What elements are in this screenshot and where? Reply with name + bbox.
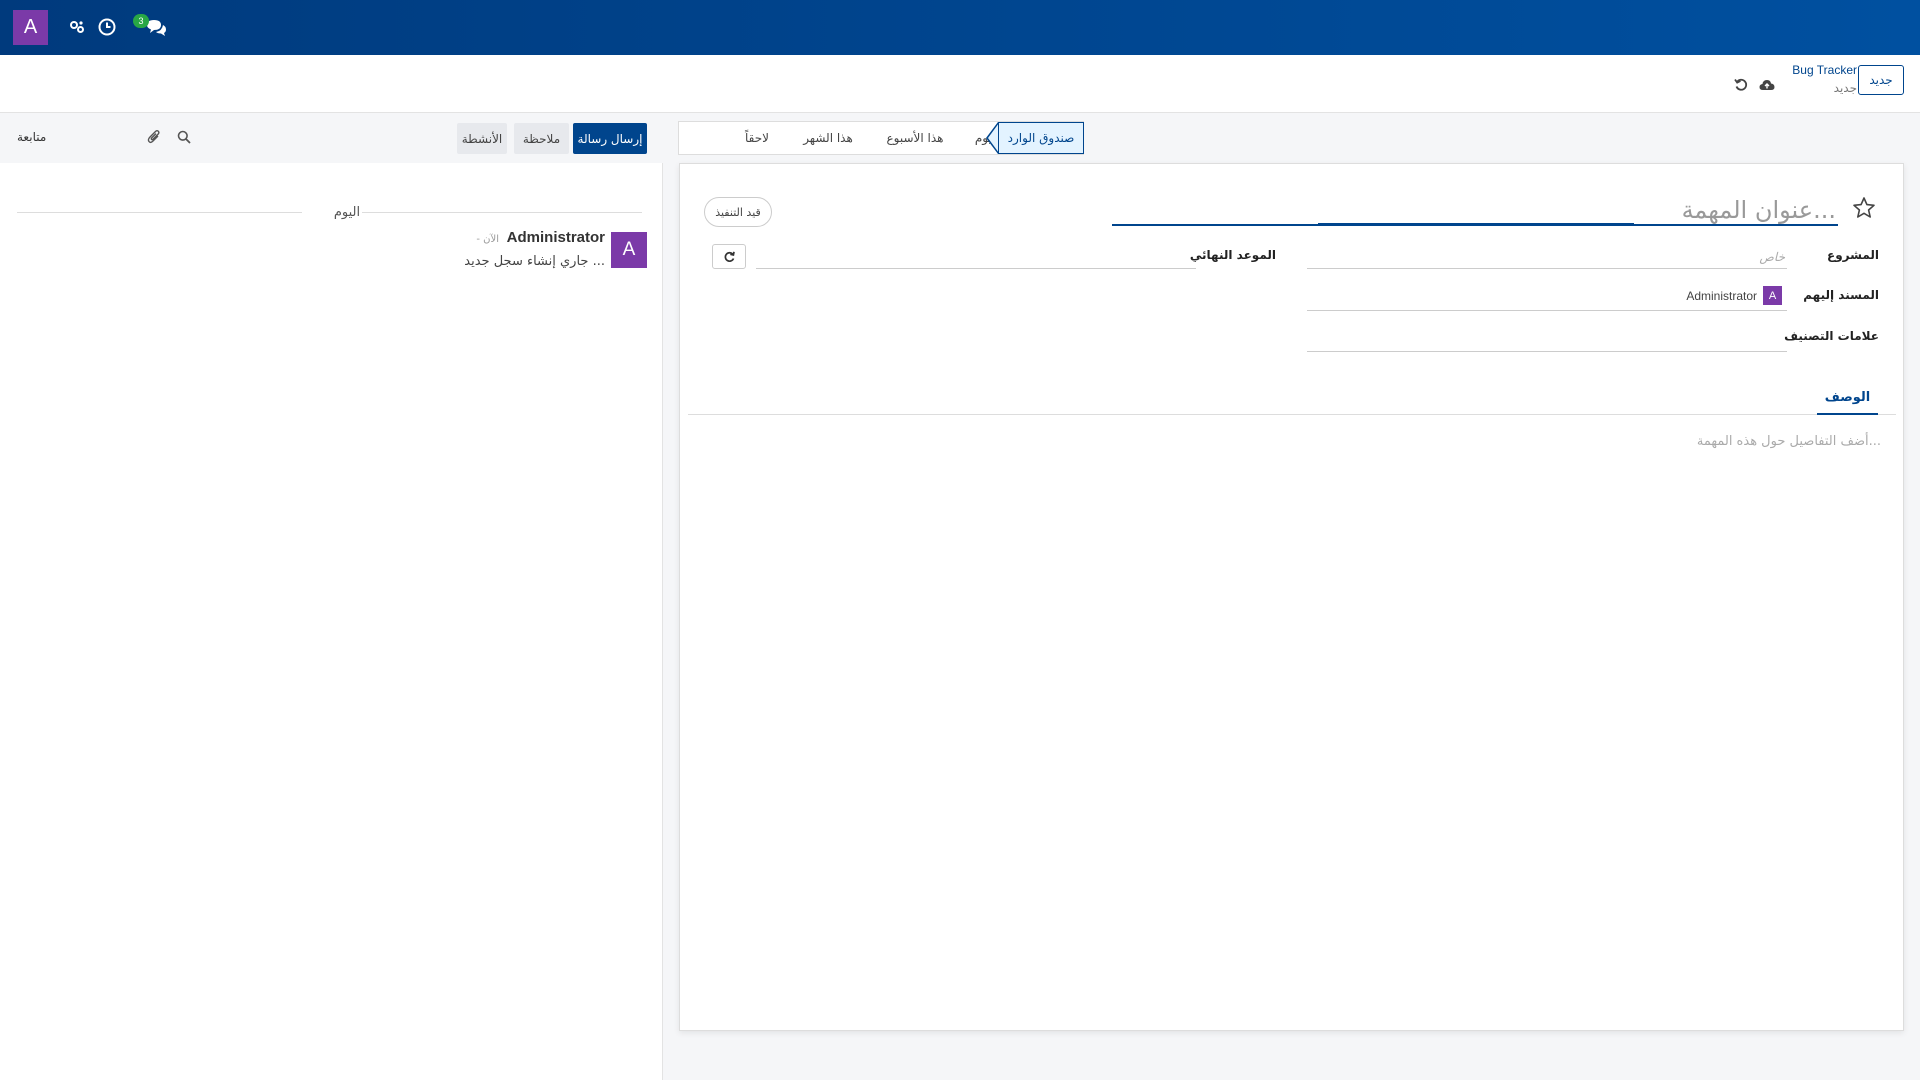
deadline-input[interactable] xyxy=(756,268,1196,269)
day-separator: اليوم xyxy=(17,203,642,223)
message-author[interactable]: Administrator xyxy=(507,229,605,246)
stage-inbox[interactable]: صندوق الوارد xyxy=(998,122,1084,154)
search-icon[interactable] xyxy=(175,128,193,146)
stage-this-week[interactable]: هذا الأسبوع xyxy=(871,122,959,154)
project-label: المشروع xyxy=(1827,248,1879,262)
message-time: - الآن xyxy=(476,234,499,245)
project-underline xyxy=(1307,268,1787,269)
paperclip-icon[interactable] xyxy=(145,128,163,146)
project-input[interactable]: خاص xyxy=(1759,250,1785,264)
tags-input[interactable] xyxy=(1307,351,1787,352)
stage-this-month[interactable]: هذا الشهر xyxy=(789,122,867,154)
assignee-avatar[interactable]: A xyxy=(1763,286,1782,305)
tags-label: علامات التصنيف xyxy=(1784,329,1879,343)
user-avatar[interactable]: A xyxy=(13,10,48,45)
assignee-name[interactable]: Administrator xyxy=(1686,289,1757,303)
activities-button[interactable]: الأنشطة xyxy=(457,123,507,154)
messages-count-badge: 3 xyxy=(133,14,149,28)
refresh-deadline-button[interactable] xyxy=(712,244,746,269)
send-message-button[interactable]: إرسال رسالة xyxy=(573,123,647,154)
stage-later[interactable]: لاحقاً xyxy=(729,122,785,154)
form-sheet: عنوان المهمة... قيد التنفيذ المشروع خاص … xyxy=(679,163,1904,1031)
star-icon[interactable] xyxy=(1850,194,1878,222)
discard-icon[interactable] xyxy=(1733,77,1749,93)
clock-icon[interactable] xyxy=(96,16,118,38)
chatter-topbar: متابعة الأنشطة ملاحظة إرسال رسالة xyxy=(0,113,663,163)
tab-description[interactable]: الوصف xyxy=(1817,382,1878,415)
message-body: جاري إنشاء سجل جديد ... xyxy=(464,254,605,269)
assignees-label: المسند إليهم xyxy=(1803,288,1879,302)
deadline-label: الموعد النهائي xyxy=(1189,248,1276,262)
breadcrumb-current: جديد xyxy=(1833,81,1857,95)
chatter-panel: متابعة الأنشطة ملاحظة إرسال رسالة اليوم … xyxy=(0,113,663,1080)
users-gear-icon[interactable] xyxy=(66,16,88,38)
task-title-input[interactable]: عنوان المهمة... xyxy=(1112,192,1838,226)
cloud-upload-icon[interactable] xyxy=(1759,77,1775,93)
stage-statusbar: لاحقاً هذا الشهر هذا الأسبوع اليوم صندوق… xyxy=(678,121,1084,155)
message-author-avatar[interactable]: A xyxy=(611,232,647,268)
top-navbar: A 3 xyxy=(0,0,1920,55)
task-title-placeholder: عنوان المهمة... xyxy=(1681,196,1836,224)
follow-button[interactable]: متابعة xyxy=(17,130,46,144)
log-note-button[interactable]: ملاحظة xyxy=(514,123,569,154)
title-focus-bar xyxy=(1318,223,1634,226)
notebook-tabs-divider xyxy=(688,414,1896,415)
new-button[interactable]: جديد xyxy=(1858,65,1904,95)
task-state-badge[interactable]: قيد التنفيذ xyxy=(704,197,772,227)
assignees-underline xyxy=(1307,310,1787,311)
control-panel: Bug Tracker جديد جديد xyxy=(0,55,1920,113)
description-editor[interactable]: أضف التفاصيل حول هذه المهمة... xyxy=(1697,434,1881,449)
breadcrumb-root[interactable]: Bug Tracker xyxy=(1792,63,1857,77)
